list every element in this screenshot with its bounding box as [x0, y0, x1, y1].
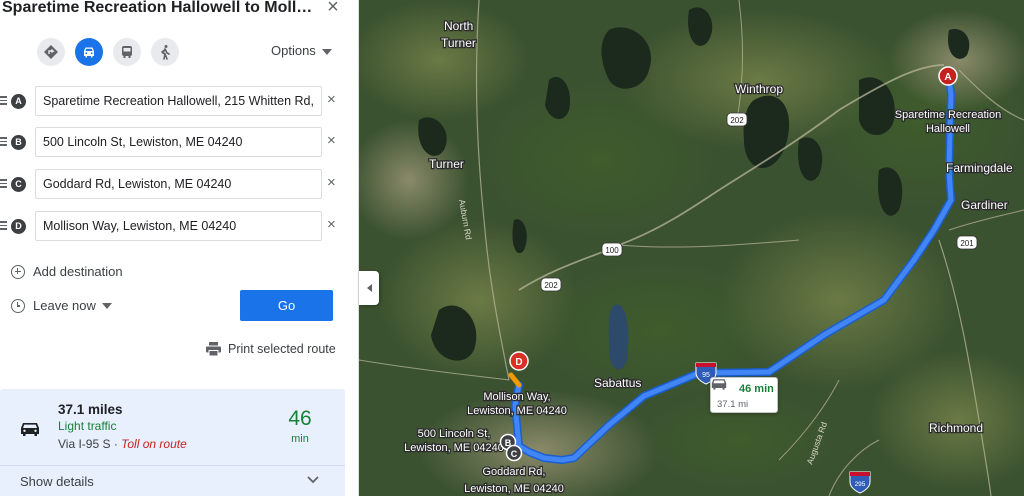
waypoint-c-badge: C — [11, 177, 26, 192]
lincoln-label-line1: 500 Lincoln St, — [418, 428, 491, 440]
driving-mode-button[interactable] — [75, 38, 103, 66]
marker-c-label: C — [511, 449, 518, 459]
leave-now-dropdown[interactable]: Leave now — [11, 298, 112, 313]
marker-a-label: A — [944, 72, 951, 83]
route-separator: · — [110, 437, 122, 451]
mollison-label-line1: Mollison Way, — [483, 391, 550, 403]
place-richmond: Richmond — [929, 421, 983, 435]
route-eta-callout[interactable]: 46 min 37.1 mi — [710, 377, 778, 413]
car-icon — [21, 423, 39, 436]
car-icon — [84, 47, 94, 58]
options-caret-icon — [321, 48, 332, 55]
print-route-label: Print selected route — [228, 342, 336, 356]
marker-d-label: D — [515, 357, 522, 368]
shield-202-text: 202 — [730, 116, 744, 125]
shield-202b-text: 202 — [544, 281, 558, 290]
collapse-panel-button[interactable] — [359, 271, 379, 305]
show-details-button[interactable]: Show details — [20, 474, 94, 489]
eta-distance: 37.1 mi — [717, 399, 749, 410]
place-north-turner-line2: Turner — [441, 36, 476, 50]
route-shield-201: 201 — [956, 235, 978, 250]
directions-title: Sparetime Recreation Hallowell to Moll… — [2, 0, 313, 16]
clear-waypoint-d-button[interactable]: × — [327, 217, 336, 233]
place-farmingdale: Farmingdale — [946, 161, 1013, 175]
marker-d[interactable]: D — [509, 351, 529, 371]
best-route-icon — [44, 45, 58, 59]
marker-a[interactable]: A — [938, 66, 958, 86]
car-icon — [711, 379, 727, 390]
clock-icon — [11, 298, 25, 313]
drag-handle-icon[interactable] — [0, 221, 7, 231]
card-divider — [0, 465, 345, 466]
add-destination-label: Add destination — [33, 264, 123, 279]
walk-icon — [161, 45, 170, 60]
add-destination-button[interactable]: Add destination — [11, 264, 123, 279]
shield-100-text: 100 — [605, 246, 619, 255]
toll-warning: Toll on route — [121, 437, 187, 451]
chevron-left-icon — [366, 284, 372, 292]
walking-mode-button[interactable] — [151, 38, 179, 66]
route-via-road: Via I-95 S — [58, 437, 111, 451]
goddard-label-line1: Goddard Rd, — [483, 466, 546, 478]
transit-icon — [122, 46, 132, 58]
waypoint-c-input[interactable] — [35, 169, 322, 199]
close-directions-button[interactable]: × — [322, 0, 344, 18]
waypoint-d-badge: D — [11, 219, 26, 234]
waypoint-d-input[interactable] — [35, 211, 322, 241]
waypoint-row-c: C × — [0, 169, 350, 201]
directions-panel: Sparetime Recreation Hallowell to Moll… … — [0, 0, 359, 496]
waypoint-row-d: D × — [0, 211, 350, 243]
chevron-down-icon[interactable] — [306, 475, 320, 485]
origin-label-line2: Hallowell — [926, 123, 970, 135]
best-route-mode-button[interactable] — [37, 38, 65, 66]
marker-c[interactable]: C — [505, 444, 523, 462]
transit-mode-button[interactable] — [113, 38, 141, 66]
route-distance: 37.1 miles — [58, 402, 123, 417]
place-turner: Turner — [429, 157, 464, 171]
route-shield-100: 100 — [601, 242, 623, 257]
waypoint-a-input[interactable] — [35, 86, 322, 116]
waypoint-b-badge: B — [11, 135, 26, 150]
drag-handle-icon[interactable] — [0, 137, 7, 147]
place-north-turner-line1: North — [444, 19, 473, 33]
clear-waypoint-c-button[interactable]: × — [327, 175, 336, 191]
print-route-button[interactable]: Print selected route — [206, 342, 336, 356]
drag-handle-icon[interactable] — [0, 179, 7, 189]
waypoint-a-badge: A — [11, 94, 26, 109]
route-via: Via I-95 S · Toll on route — [58, 437, 187, 451]
clear-waypoint-a-button[interactable]: × — [327, 92, 336, 108]
waypoint-b-input[interactable] — [35, 127, 322, 157]
add-circle-icon — [11, 264, 25, 279]
place-sabattus: Sabattus — [594, 376, 641, 390]
satellite-map[interactable]: Augusta Rd Auburn Rd 202 202 100 201 95 … — [359, 0, 1024, 496]
route-traffic: Light traffic — [58, 419, 117, 433]
waypoint-row-b: B × — [0, 127, 350, 159]
route-duration: 46 — [288, 407, 312, 430]
eta-time: 46 min — [739, 383, 774, 395]
drag-handle-icon[interactable] — [0, 96, 7, 106]
route-options-button[interactable]: Options — [271, 43, 332, 58]
map-view[interactable]: Augusta Rd Auburn Rd 202 202 100 201 95 … — [359, 0, 1024, 496]
clear-waypoint-b-button[interactable]: × — [327, 133, 336, 149]
place-gardiner: Gardiner — [961, 198, 1008, 212]
shield-295-text: 295 — [855, 481, 866, 488]
route-shield-202-b: 202 — [540, 277, 562, 292]
place-winthrop: Winthrop — [735, 82, 783, 96]
printer-icon — [206, 342, 221, 356]
leave-now-label: Leave now — [33, 298, 96, 313]
go-button[interactable]: Go — [240, 290, 333, 321]
origin-label-line1: Sparetime Recreation — [895, 109, 1001, 121]
shield-95-text: 95 — [702, 372, 710, 379]
route-duration-unit: min — [291, 433, 309, 445]
waypoint-row-a: A × — [0, 86, 350, 118]
route-shield-202-a: 202 — [726, 112, 748, 127]
options-label: Options — [271, 43, 316, 58]
mollison-label-line2: Lewiston, ME 04240 — [467, 405, 567, 417]
leave-now-caret-icon — [101, 302, 112, 309]
route-option-card[interactable]: 37.1 miles Light traffic Via I-95 S · To… — [0, 389, 345, 496]
lincoln-label-line2: Lewiston, ME 04240 — [404, 442, 504, 454]
shield-201-text: 201 — [960, 239, 974, 248]
goddard-label-line2: Lewiston, ME 04240 — [464, 483, 564, 495]
